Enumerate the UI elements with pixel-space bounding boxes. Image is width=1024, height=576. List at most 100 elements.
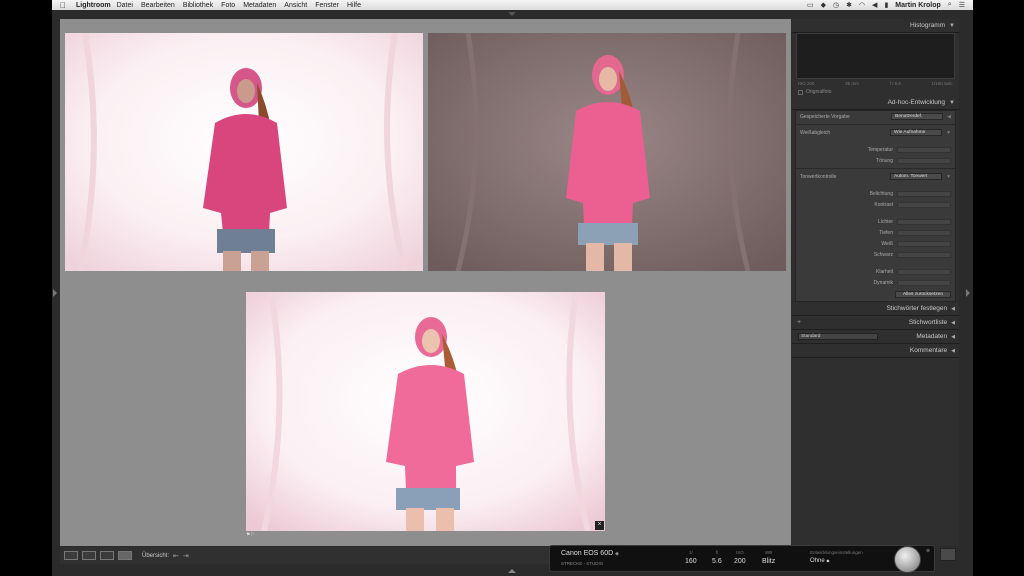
highlights-stepper[interactable] — [897, 218, 951, 225]
histogram-header[interactable]: Histogramm ▼ — [792, 19, 959, 33]
tether-capture-button[interactable] — [894, 546, 921, 573]
highlights-row: Lichter — [796, 216, 955, 227]
highlights-label: Lichter — [877, 218, 893, 225]
menu-user-name[interactable]: Martin Krolop — [895, 2, 941, 9]
vibrance-label: Dynamik — [873, 279, 893, 286]
metadata-header[interactable]: Standard Metadaten ◀ — [792, 330, 959, 344]
expand-icon[interactable]: ◀ — [947, 114, 951, 120]
next-arrow-icon[interactable]: ⇥ — [183, 552, 189, 560]
shutter-value: 160 — [685, 558, 697, 565]
metadata-title: Metadaten — [916, 333, 948, 340]
vibrance-stepper[interactable] — [897, 279, 951, 286]
iso-value: 200 — [734, 558, 746, 565]
clarity-stepper[interactable] — [897, 268, 951, 275]
blacks-label: Schwarz — [873, 251, 893, 258]
photo-flag-icon[interactable]: ⚑⚐ — [246, 532, 255, 538]
reset-all-button[interactable]: Alles zurücksetzen — [895, 291, 951, 298]
contrast-label: Kontrast — [874, 201, 893, 208]
expand-icon[interactable]: ▼ — [946, 130, 951, 136]
shutter-header: 1/ — [688, 550, 693, 555]
volume-icon[interactable]: ◀ — [872, 1, 877, 9]
iso-header: ISO — [735, 550, 744, 555]
add-keyword-icon[interactable]: + — [797, 319, 801, 326]
keywording-header[interactable]: Stichwörter festlegen ◀ — [792, 302, 959, 316]
compare-view-icon[interactable] — [100, 551, 114, 560]
display-icon[interactable]: ▭ — [807, 1, 814, 9]
temperature-stepper[interactable] — [897, 146, 951, 153]
blacks-row: Schwarz — [796, 249, 955, 260]
camera-dropdown-icon: ◆ — [615, 551, 619, 557]
settings-header: Entwicklungseinstellungen — [810, 550, 863, 555]
menu-ansicht[interactable]: Ansicht — [284, 2, 307, 9]
quick-develop-header[interactable]: Ad-hoc-Entwicklung ▼ — [792, 96, 959, 110]
keyword-list-header[interactable]: + Stichwortliste ◀ — [792, 316, 959, 330]
shadows-row: Tiefen — [796, 227, 955, 238]
menu-fenster[interactable]: Fenster — [315, 2, 339, 9]
whites-stepper[interactable] — [897, 240, 951, 247]
bluetooth-icon[interactable]: ✱ — [846, 1, 852, 9]
comments-header[interactable]: Kommentare ◀ — [792, 344, 959, 358]
menu-app-name[interactable]: Lightroom — [76, 2, 111, 9]
photo-thumbnail-1[interactable] — [65, 33, 423, 271]
tint-label: Tönung — [876, 157, 893, 164]
contrast-stepper[interactable] — [897, 201, 951, 208]
contrast-row: Kontrast — [796, 199, 955, 210]
right-panel-toggle-icon[interactable] — [966, 289, 970, 297]
menu-foto[interactable]: Foto — [221, 2, 235, 9]
exposure-stepper[interactable] — [897, 190, 951, 197]
left-panel-toggle-icon[interactable] — [53, 289, 57, 297]
menu-bearbeiten[interactable]: Bearbeiten — [141, 2, 175, 9]
photo-rating-stars[interactable]: · · · · · — [412, 532, 426, 538]
tint-row: Tönung — [796, 155, 955, 166]
camera-name[interactable]: Canon EOS 60D ◆ — [561, 550, 619, 557]
tint-stepper[interactable] — [897, 157, 951, 164]
histo-focal: 35 mm — [845, 81, 859, 86]
menu-hilfe[interactable]: Hilfe — [347, 2, 361, 9]
survey-view-icon[interactable] — [118, 551, 132, 560]
camera-subtitle: STRECKE - STUDIO — [561, 561, 604, 566]
remove-photo-icon[interactable]: × — [595, 521, 604, 530]
metadata-preset-select[interactable]: Standard — [798, 333, 878, 340]
camera-info-overlay: Canon EOS 60D ◆ STRECKE - STUDIO 1/ 160 … — [549, 545, 935, 573]
menu-bibliothek[interactable]: Bibliothek — [183, 2, 213, 9]
checkbox-icon[interactable] — [798, 89, 803, 95]
settings-select[interactable]: Ohne ◆ — [810, 558, 863, 564]
top-panel-toggle-icon[interactable] — [508, 12, 516, 16]
menu-metadaten[interactable]: Metadaten — [243, 2, 276, 9]
battery-icon[interactable]: ▮ — [884, 1, 888, 9]
collapse-icon: ▼ — [949, 99, 955, 106]
spotlight-icon[interactable]: ⌕ — [948, 1, 952, 9]
preset-select[interactable]: Benutzerdef. — [891, 113, 944, 120]
original-photo-checkbox[interactable]: Originalfoto — [792, 88, 959, 96]
loupe-view-icon[interactable] — [82, 551, 96, 560]
wifi-icon[interactable]: ◠ — [859, 1, 865, 9]
auto-tone-button[interactable]: Autom. Tonwert — [890, 173, 943, 180]
clarity-row: Klarheit — [796, 266, 955, 277]
clock-icon[interactable]: ◷ — [833, 1, 839, 9]
apple-icon[interactable]:  — [58, 1, 68, 10]
blacks-stepper[interactable] — [897, 251, 951, 258]
quick-develop-title: Ad-hoc-Entwicklung — [887, 99, 946, 106]
white-balance-select[interactable]: Wie Aufnahme — [890, 129, 943, 136]
grid-view-icon[interactable] — [64, 551, 78, 560]
notification-icon[interactable]: ☰ — [959, 1, 965, 9]
filmstrip-toggle-button[interactable] — [940, 548, 956, 561]
wb-header: WB — [764, 550, 773, 555]
close-icon[interactable]: ⊗ — [926, 548, 930, 554]
previous-arrow-icon[interactable]: ⇤ — [173, 552, 179, 560]
dropbox-icon[interactable]: ◆ — [821, 1, 826, 9]
menu-bar:  Lightroom Datei Bearbeiten Bibliothek … — [52, 0, 973, 10]
shadows-stepper[interactable] — [897, 229, 951, 236]
expand-icon[interactable]: ▼ — [946, 174, 951, 180]
settings-col: Entwicklungseinstellungen Ohne ◆ — [810, 550, 863, 564]
aperture-col: f/ 5.6 — [712, 550, 722, 565]
photo-thumbnail-2[interactable] — [428, 33, 786, 271]
shadows-label: Tiefen — [879, 229, 893, 236]
histo-iso: ISO 200 — [798, 81, 815, 86]
bottom-panel-toggle-icon[interactable] — [508, 569, 516, 573]
temperature-row: Temperatur — [796, 144, 955, 155]
expand-icon: ◀ — [951, 319, 955, 326]
menu-datei[interactable]: Datei — [117, 2, 133, 9]
expand-icon: ◀ — [951, 347, 955, 354]
photo-thumbnail-3-selected[interactable] — [246, 292, 605, 531]
